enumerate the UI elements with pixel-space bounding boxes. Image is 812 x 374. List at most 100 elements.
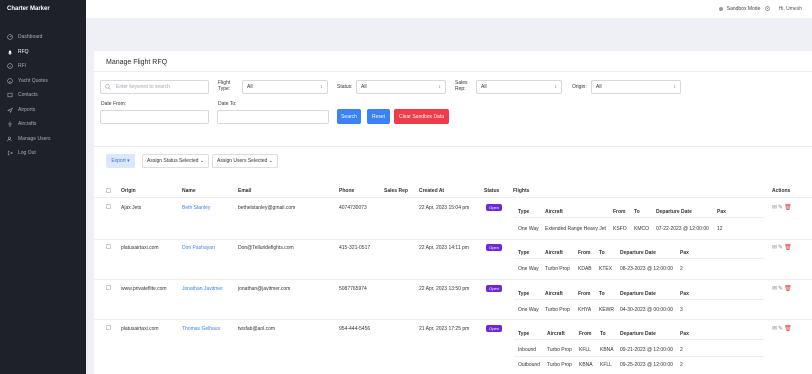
assign-users-dropdown[interactable]: Assign Users Selected ⌄	[212, 154, 278, 168]
row-name-link[interactable]: Thomas Gelhaus	[182, 326, 220, 332]
sidebar-item-rfi[interactable]: RFI	[0, 59, 86, 74]
export-button[interactable]: Export ▾	[106, 154, 135, 168]
rfq-card: Manage Flight RFQ Enter keyword to searc…	[94, 51, 812, 374]
flight-col-aircraft: Aircraft	[545, 250, 563, 256]
flight-from: KSFO	[613, 226, 627, 232]
row-created-at: 22 Apr, 2023 13:50 pm	[419, 286, 470, 292]
flight-type-select[interactable]: All	[242, 80, 328, 94]
divider	[514, 299, 764, 300]
sales-rep-value: All	[481, 84, 487, 90]
sidebar-item-aircrafts[interactable]: Aircrafts	[0, 117, 86, 132]
search-button[interactable]: Search	[337, 109, 361, 124]
divider	[94, 71, 812, 72]
row-created-at: 22 Apr, 2023 15:04 pm	[419, 205, 470, 211]
flight-from: KBNA	[579, 362, 593, 368]
yacht-icon	[6, 77, 13, 84]
sidebar-item-label: RFI	[18, 63, 27, 70]
clear-sandbox-button[interactable]: Clear Sandbox Data	[394, 109, 449, 124]
sidebar-item-dashboard[interactable]: Dashboard	[0, 30, 86, 45]
bell-icon	[6, 48, 13, 55]
edit-icon[interactable]: ✎	[778, 286, 783, 292]
flight-col-pax: Pax	[680, 250, 689, 256]
email-icon[interactable]: ✉	[772, 326, 777, 332]
sidebar-item-airports[interactable]: Airports	[0, 103, 86, 118]
reset-button[interactable]: Reset	[367, 109, 390, 124]
sidebar-item-manage-users[interactable]: Manage Users	[0, 132, 86, 147]
col-status: Status	[484, 188, 500, 194]
assign-status-dropdown[interactable]: Assign Status Selected ⌄	[142, 154, 209, 168]
trash-icon[interactable]: 🗑	[784, 286, 792, 292]
user-greeting[interactable]: Hi, Umesh	[779, 6, 802, 12]
sidebar-item-label: Contacts	[18, 92, 38, 99]
divider	[94, 239, 812, 240]
select-all-checkbox[interactable]	[106, 188, 111, 193]
row-phone: 4074730073	[339, 205, 367, 211]
topbar: Sandbox Mode ⚙ Hi, Umesh	[86, 0, 812, 18]
status-badge[interactable]: Open	[486, 325, 502, 332]
flight-col-to: To	[600, 331, 606, 337]
date-to-input[interactable]	[217, 110, 329, 124]
plane-icon	[6, 106, 13, 113]
aircraft-icon	[6, 121, 13, 128]
edit-icon[interactable]: ✎	[778, 245, 783, 251]
email-icon[interactable]: ✉	[772, 205, 777, 211]
flight-col-aircraft: Aircraft	[545, 209, 563, 215]
flight-col-pax: Pax	[680, 331, 689, 337]
email-icon[interactable]: ✉	[772, 245, 777, 251]
page-title: Manage Flight RFQ	[106, 59, 168, 66]
status-badge[interactable]: Open	[486, 204, 502, 211]
sidebar-item-yacht-quotes[interactable]: Yacht Quotes	[0, 74, 86, 89]
sidebar-item-log-out[interactable]: Log Out	[0, 146, 86, 161]
date-to-label: Date To:	[218, 101, 237, 107]
status-badge[interactable]: Open	[486, 244, 502, 251]
sidebar-item-label: Airports	[18, 106, 36, 113]
search-input[interactable]: Enter keyword to search	[100, 80, 209, 94]
flight-pax: 3	[680, 307, 683, 313]
flight-pax: 2	[680, 347, 683, 353]
settings-gear-icon[interactable]: ⚙	[764, 5, 770, 13]
row-checkbox[interactable]	[106, 325, 111, 330]
flight-col-to: To	[599, 291, 605, 297]
status-select[interactable]: All	[356, 80, 446, 94]
origin-select[interactable]: All	[591, 80, 681, 94]
status-badge[interactable]: Open	[486, 285, 502, 292]
flight-col-to: To	[599, 250, 605, 256]
flight-to: KTEX	[599, 266, 613, 272]
sidebar-item-label: Aircrafts	[18, 121, 37, 128]
sidebar-item-contacts[interactable]: Contacts	[0, 88, 86, 103]
date-from-input[interactable]	[100, 110, 209, 124]
info-icon	[6, 63, 13, 70]
flight-aircraft: Turbo Prop	[547, 362, 572, 368]
divider	[94, 319, 812, 320]
row-phone: 5087765974	[339, 286, 367, 292]
flight-departure: 09-21-2023 @ 12:00:00	[620, 347, 673, 353]
brand-title: Charter Marker	[7, 6, 50, 12]
email-icon[interactable]: ✉	[772, 286, 777, 292]
flight-col-type: Type	[518, 291, 530, 297]
flight-col-pax: Pax	[680, 291, 689, 297]
row-name-link[interactable]: Jonathan Javitmer	[182, 286, 223, 292]
edit-icon[interactable]: ✎	[778, 326, 783, 332]
row-name-link[interactable]: Beth Stanley	[182, 205, 210, 211]
trash-icon[interactable]: 🗑	[784, 245, 792, 251]
row-checkbox[interactable]	[106, 244, 111, 249]
dashboard-icon	[6, 34, 13, 41]
flight-from: KDAB	[578, 266, 592, 272]
sidebar-item-rfq[interactable]: RFQ	[0, 45, 86, 60]
flight-col-type: Type	[518, 331, 530, 337]
edit-icon[interactable]: ✎	[778, 205, 783, 211]
sales-rep-select[interactable]: All	[476, 80, 562, 94]
origin-value: All	[596, 84, 602, 90]
row-checkbox[interactable]	[106, 204, 111, 209]
sidebar-item-label: Log Out	[18, 150, 36, 157]
flight-from: KFLL	[579, 347, 591, 353]
trash-icon[interactable]: 🗑	[784, 205, 792, 211]
flight-departure: 04-30-2023 @ 00:00:00	[620, 307, 673, 313]
divider	[514, 339, 764, 340]
row-name-link[interactable]: Don Pashayan	[182, 245, 215, 251]
trash-icon[interactable]: 🗑	[784, 326, 792, 332]
col-sales-rep: Sales Rep	[384, 188, 408, 194]
row-checkbox[interactable]	[106, 285, 111, 290]
flight-to: KEWR	[599, 307, 614, 313]
sandbox-toggle[interactable]	[718, 7, 723, 11]
